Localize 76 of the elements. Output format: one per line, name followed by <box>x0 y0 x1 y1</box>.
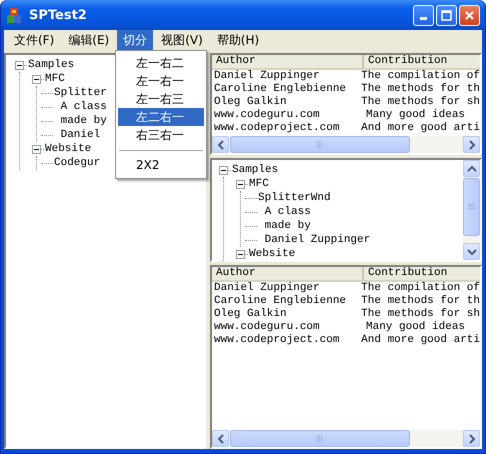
table-cell-text: The compilation of <box>360 282 480 295</box>
table-cell-text: The methods for th <box>360 295 480 308</box>
scroll-left-button[interactable] <box>212 136 229 153</box>
table-cell-text: www.codeguru.com <box>213 109 321 122</box>
collapse-icon[interactable] <box>15 60 24 70</box>
menu-item[interactable]: 左一右一 <box>118 72 204 90</box>
tree-item[interactable]: Samples <box>27 58 76 72</box>
vertical-scrollbar[interactable] <box>463 160 480 260</box>
menu-item[interactable]: 左二右一 <box>118 108 204 126</box>
tree-item[interactable]: made by <box>257 219 312 233</box>
close-button[interactable] <box>459 4 480 26</box>
menu-item[interactable]: 右三右一 <box>118 126 204 144</box>
menu-item[interactable]: 左一右二 <box>118 54 204 72</box>
horizontal-scrollbar[interactable] <box>212 430 480 447</box>
tree-item[interactable]: Samples <box>231 163 280 177</box>
tree-item[interactable]: made by <box>53 114 108 128</box>
table-cell-text: The compilation of <box>360 70 480 83</box>
minimize-button[interactable] <box>413 4 434 26</box>
tree-item[interactable]: A class <box>257 205 312 219</box>
scroll-down-button[interactable] <box>463 243 480 260</box>
tree-item[interactable]: SplitterWnd <box>257 191 332 205</box>
menu-item[interactable]: 文件(F) <box>8 30 60 50</box>
maximize-icon <box>440 8 453 22</box>
tree-item[interactable]: Website <box>44 142 92 156</box>
menu-item[interactable]: 左一右三 <box>118 90 204 108</box>
table-cell-text: Many good ideas <box>365 109 466 122</box>
collapse-icon[interactable] <box>236 180 245 188</box>
table-cell-text: And more good arti <box>360 122 480 135</box>
table-cell-text: Daniel Zuppinger <box>213 282 321 295</box>
table-cell-text: Caroline Englebienne <box>213 83 348 96</box>
scroll-thumb[interactable] <box>463 178 480 236</box>
tree-item[interactable]: Codegur <box>53 156 102 170</box>
menu-item[interactable]: 帮助(H) <box>210 30 266 50</box>
menu-item[interactable]: 切分 <box>117 30 154 50</box>
tree-item[interactable]: Website <box>248 247 296 261</box>
table-cell-text: Oleg Galkin <box>213 96 288 109</box>
tree-item[interactable]: Daniel <box>53 128 102 142</box>
tree-item[interactable]: MFC <box>248 177 270 191</box>
table-cell-text: And more good arti <box>360 334 480 347</box>
maximize-button[interactable] <box>436 4 457 26</box>
scroll-right-button[interactable] <box>463 136 480 153</box>
table-cell-text: www.codeproject.com <box>213 334 340 347</box>
scroll-thumb[interactable] <box>230 430 410 447</box>
table-cell-text: www.codeguru.com <box>213 321 321 334</box>
menu-item[interactable]: 2X2 <box>118 156 204 174</box>
table-cell-text: The methods for sh <box>360 308 480 321</box>
table-cell-text: www.codeproject.com <box>213 122 340 135</box>
close-icon <box>463 8 476 22</box>
tree-item[interactable]: MFC <box>44 72 66 86</box>
column-header[interactable]: Contribution <box>364 55 448 68</box>
minimize-icon <box>420 17 427 20</box>
tree-item[interactable]: Daniel Zuppinger <box>257 233 372 247</box>
collapse-icon[interactable] <box>219 166 228 174</box>
menu-item[interactable]: 视图(V) <box>155 30 209 50</box>
menu-item[interactable]: 编辑(E) <box>62 30 116 50</box>
scroll-up-button[interactable] <box>463 160 480 177</box>
collapse-icon[interactable] <box>32 74 41 84</box>
collapse-icon[interactable] <box>236 250 245 258</box>
table-cell-text: Daniel Zuppinger <box>213 70 321 83</box>
column-header[interactable]: Author <box>212 55 364 68</box>
scroll-right-button[interactable] <box>463 430 480 447</box>
column-header[interactable]: Contribution <box>364 267 448 280</box>
table-cell-text: The methods for th <box>360 83 480 96</box>
tree-item[interactable]: Splitter <box>53 86 108 100</box>
scroll-left-button[interactable] <box>212 430 229 447</box>
collapse-icon[interactable] <box>32 144 41 154</box>
horizontal-scrollbar[interactable] <box>212 136 480 153</box>
table-cell-text: Many good ideas <box>365 321 466 334</box>
table-cell-text: Caroline Englebienne <box>213 295 348 308</box>
tree-item[interactable]: A class <box>53 100 108 114</box>
app-icon <box>6 6 22 24</box>
scroll-thumb[interactable] <box>230 136 410 153</box>
window-title: SPTest2 <box>29 8 88 22</box>
column-header[interactable]: Author <box>212 267 364 280</box>
table-cell-text: Oleg Galkin <box>213 308 288 321</box>
table-cell-text: The methods for sh <box>360 96 480 109</box>
